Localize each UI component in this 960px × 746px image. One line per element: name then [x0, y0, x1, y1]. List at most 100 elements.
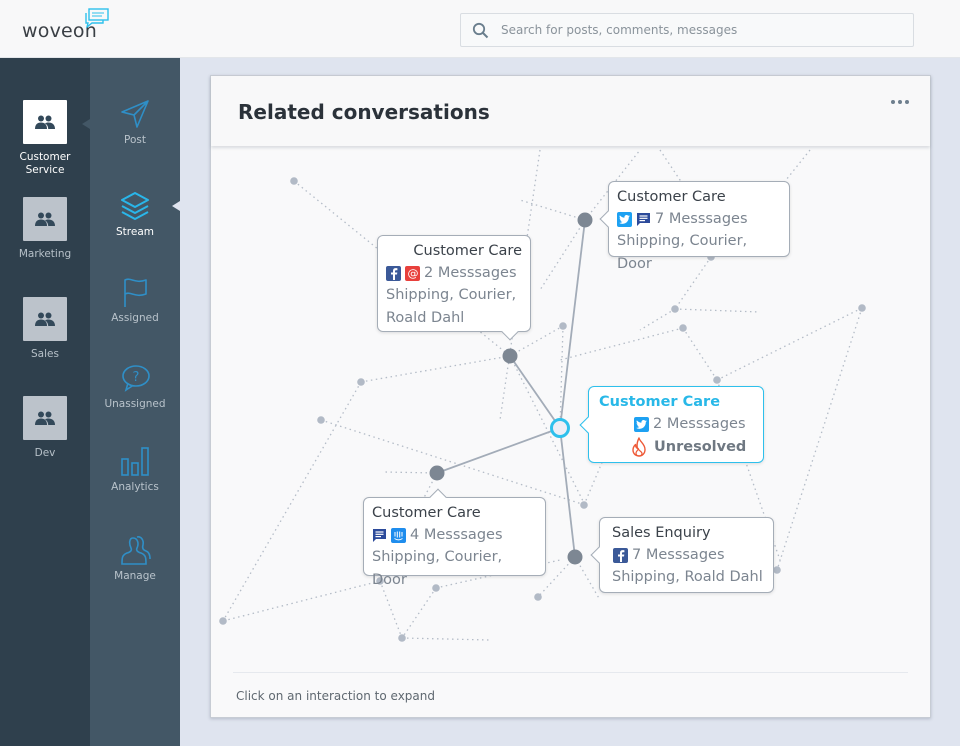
conversation-title: Customer Care [617, 189, 726, 205]
conversation-node[interactable] [567, 549, 583, 565]
search-box[interactable] [460, 13, 914, 47]
conversation-bubble[interactable]: Sales Enquiry 7 Messsages Shipping, Roal… [590, 517, 774, 593]
graph-node-minor [534, 593, 542, 601]
twitter-icon [617, 211, 632, 227]
conversation-node[interactable] [577, 212, 593, 228]
conversation-meta: 4 Messsages [372, 524, 537, 546]
status-label: Unresolved [654, 439, 747, 455]
graph-node-minor [317, 416, 325, 424]
graph-link-dotted [639, 308, 676, 331]
more-dots-icon[interactable] [888, 96, 912, 108]
message-count: 7 Messsages [632, 547, 725, 563]
team-icon [35, 212, 55, 226]
team-icon [35, 312, 55, 326]
conversation-meta: 7 Messsages [608, 544, 765, 566]
graph-node-minor [357, 378, 365, 386]
team-dev[interactable]: Dev [0, 396, 90, 460]
graph-link-dotted [519, 199, 586, 221]
conversation-title: Customer Care [413, 243, 522, 259]
team-label: Dev [34, 447, 56, 459]
message-count: 4 Messsages [410, 527, 503, 543]
conversation-tags: Shipping, Roald Dahl [612, 569, 763, 585]
graph-node-minor [398, 634, 406, 642]
fire-icon [632, 437, 646, 457]
graph-link [509, 355, 561, 429]
graph-link-dotted [716, 307, 863, 381]
graph-node-minor [219, 617, 227, 625]
graph-link-dotted [509, 355, 586, 506]
top-bar: woveon [0, 0, 960, 58]
message-count: 2 Messsages [424, 265, 517, 281]
team-icon [35, 115, 55, 129]
conversation-title: Sales Enquiry [612, 525, 711, 541]
nav-label: Post [124, 134, 146, 146]
facebook-icon [386, 265, 401, 281]
team-sales[interactable]: Sales [0, 297, 90, 361]
nav-label: Unassigned [104, 398, 166, 410]
related-conversations-card: Related conversations Customer Care @ 2 … [210, 75, 931, 718]
card-footer-hint: Click on an interaction to expand [236, 689, 435, 703]
conversation-meta: @ 2 Messsages [386, 262, 522, 284]
graph-link-dotted [360, 355, 511, 383]
nav-label: Stream [116, 226, 154, 238]
conversation-title: Customer Care [599, 394, 721, 410]
conversation-bubble-active[interactable]: Customer Care 2 Messsages Unresolved [579, 386, 764, 463]
conversation-tags: Shipping, Courier, Roald Dahl [386, 287, 517, 326]
graph-link-dotted [401, 637, 491, 641]
conversation-node[interactable] [429, 465, 445, 481]
nav-item-post[interactable]: Post [90, 98, 180, 146]
team-marketing[interactable]: Marketing [0, 197, 90, 261]
facebook-icon [613, 547, 628, 563]
svg-text:@: @ [407, 267, 418, 279]
card-header: Related conversations [211, 76, 930, 146]
message-count: 2 Messsages [653, 416, 746, 432]
graph-node-minor [559, 322, 567, 330]
paper-plane-icon [121, 100, 149, 128]
message-count: 7 Messsages [655, 211, 748, 227]
team-label: Customer Service [19, 151, 71, 176]
graph-node-minor [580, 501, 588, 509]
nav-item-manage[interactable]: Manage [90, 534, 180, 582]
graph-link [436, 427, 561, 474]
conversation-meta: 7 Messsages [617, 208, 781, 230]
conversation-graph [219, 149, 866, 642]
nav-item-stream[interactable]: Stream [90, 190, 180, 238]
layers-icon [121, 192, 149, 220]
graph-link-dotted [222, 381, 362, 622]
team-icon-tile [23, 197, 67, 241]
chat-icon [372, 528, 387, 543]
team-icon-tile [23, 297, 67, 341]
conversation-tags: Shipping, Courier, Door [617, 233, 748, 272]
graph-link [559, 427, 576, 558]
search-input[interactable] [501, 14, 901, 46]
conversation-bubble[interactable]: Customer Care 7 Messsages Shipping, Cour… [599, 181, 790, 272]
flag-icon [124, 278, 147, 307]
intercom-icon [391, 527, 406, 543]
card-title: Related conversations [238, 100, 490, 124]
graph-link-dotted [682, 327, 718, 381]
conversation-node[interactable] [502, 348, 518, 364]
twitter-icon [634, 416, 649, 432]
email-icon: @ [405, 265, 420, 281]
team-icon [35, 411, 55, 425]
svg-text:?: ? [133, 370, 140, 385]
nav-item-analytics[interactable]: Analytics [90, 445, 180, 493]
nav-label: Manage [114, 570, 156, 582]
conversation-bubble[interactable]: Customer Care @ 2 Messsages Shipping, Co… [377, 235, 531, 341]
nav-item-unassigned[interactable]: ? Unassigned [90, 362, 180, 410]
graph-link-dotted [383, 471, 438, 474]
team-label: Marketing [18, 248, 72, 260]
nav-item-assigned[interactable]: Assigned [90, 276, 180, 324]
graph-node-minor [679, 324, 687, 332]
conversation-title: Customer Care [372, 505, 481, 521]
team-icon-tile [23, 396, 67, 440]
graph-node-minor [671, 305, 679, 313]
conversation-node-active[interactable] [550, 418, 570, 438]
team-customer-service[interactable]: Customer Service [0, 100, 90, 177]
graph-node-minor [858, 304, 866, 312]
conversation-bubble[interactable]: Customer Care 4 Messsages Shipping, Cour… [363, 488, 546, 588]
nav-label: Assigned [111, 312, 159, 324]
team-icon-tile [23, 100, 67, 144]
nav-label: Analytics [111, 481, 159, 493]
graph-node-minor [773, 566, 781, 574]
